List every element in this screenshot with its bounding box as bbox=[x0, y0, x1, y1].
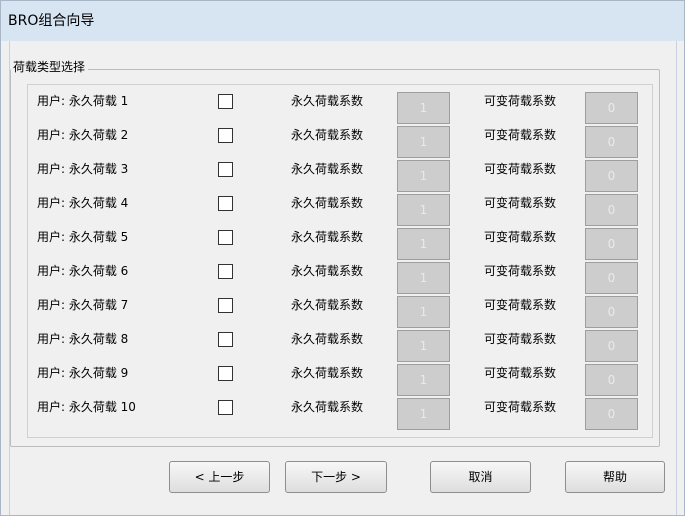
load-select-checkbox[interactable] bbox=[218, 196, 233, 211]
load-name-label: 用户: 永久荷载 9 bbox=[37, 366, 129, 380]
prev-step-button[interactable]: < 上一步 bbox=[169, 461, 270, 493]
load-row: 用户: 永久荷载 8 永久荷载系数 1 可变荷载系数 0 bbox=[0, 330, 685, 362]
load-select-checkbox[interactable] bbox=[218, 366, 233, 381]
permanent-factor-label: 永久荷载系数 bbox=[291, 94, 364, 108]
load-name-label: 用户: 永久荷载 3 bbox=[37, 162, 129, 176]
load-row: 用户: 永久荷载 4 永久荷载系数 1 可变荷载系数 0 bbox=[0, 194, 685, 226]
load-name-label: 用户: 永久荷载 2 bbox=[37, 128, 129, 142]
permanent-factor-field[interactable]: 1 bbox=[397, 194, 450, 226]
variable-factor-label: 可变荷载系数 bbox=[484, 298, 557, 312]
permanent-factor-field[interactable]: 1 bbox=[397, 364, 450, 396]
load-name-label: 用户: 永久荷载 6 bbox=[37, 264, 129, 278]
variable-factor-label: 可变荷载系数 bbox=[484, 128, 557, 142]
load-row: 用户: 永久荷载 6 永久荷载系数 1 可变荷载系数 0 bbox=[0, 262, 685, 294]
permanent-factor-label: 永久荷载系数 bbox=[291, 162, 364, 176]
permanent-factor-label: 永久荷载系数 bbox=[291, 332, 364, 346]
load-name-label: 用户: 永久荷载 10 bbox=[37, 400, 136, 414]
variable-factor-label: 可变荷载系数 bbox=[484, 196, 557, 210]
load-name-label: 用户: 永久荷载 1 bbox=[37, 94, 129, 108]
cancel-button[interactable]: 取消 bbox=[430, 461, 531, 493]
variable-factor-label: 可变荷载系数 bbox=[484, 400, 557, 414]
load-row: 用户: 永久荷载 5 永久荷载系数 1 可变荷载系数 0 bbox=[0, 228, 685, 260]
title-bar: BRO组合向导 bbox=[1, 1, 684, 41]
variable-factor-field[interactable]: 0 bbox=[585, 364, 638, 396]
variable-factor-field[interactable]: 0 bbox=[585, 228, 638, 260]
permanent-factor-field[interactable]: 1 bbox=[397, 330, 450, 362]
permanent-factor-field[interactable]: 1 bbox=[397, 126, 450, 158]
permanent-factor-label: 永久荷载系数 bbox=[291, 264, 364, 278]
load-select-checkbox[interactable] bbox=[218, 162, 233, 177]
variable-factor-label: 可变荷载系数 bbox=[484, 162, 557, 176]
permanent-factor-field[interactable]: 1 bbox=[397, 160, 450, 192]
load-select-checkbox[interactable] bbox=[218, 332, 233, 347]
window-title: BRO组合向导 bbox=[8, 13, 95, 29]
variable-factor-field[interactable]: 0 bbox=[585, 296, 638, 328]
variable-factor-field[interactable]: 0 bbox=[585, 398, 638, 430]
variable-factor-field[interactable]: 0 bbox=[585, 262, 638, 294]
load-name-label: 用户: 永久荷载 7 bbox=[37, 298, 129, 312]
variable-factor-label: 可变荷载系数 bbox=[484, 230, 557, 244]
permanent-factor-label: 永久荷载系数 bbox=[291, 298, 364, 312]
help-button[interactable]: 帮助 bbox=[565, 461, 665, 493]
permanent-factor-field[interactable]: 1 bbox=[397, 296, 450, 328]
permanent-factor-label: 永久荷载系数 bbox=[291, 196, 364, 210]
load-row: 用户: 永久荷载 1 永久荷载系数 1 可变荷载系数 0 bbox=[0, 92, 685, 124]
permanent-factor-label: 永久荷载系数 bbox=[291, 400, 364, 414]
variable-factor-label: 可变荷载系数 bbox=[484, 366, 557, 380]
load-select-checkbox[interactable] bbox=[218, 128, 233, 143]
load-select-checkbox[interactable] bbox=[218, 400, 233, 415]
load-row: 用户: 永久荷载 10 永久荷载系数 1 可变荷载系数 0 bbox=[0, 398, 685, 430]
permanent-factor-label: 永久荷载系数 bbox=[291, 128, 364, 142]
load-name-label: 用户: 永久荷载 4 bbox=[37, 196, 129, 210]
variable-factor-field[interactable]: 0 bbox=[585, 330, 638, 362]
permanent-factor-field[interactable]: 1 bbox=[397, 92, 450, 124]
permanent-factor-label: 永久荷载系数 bbox=[291, 366, 364, 380]
variable-factor-field[interactable]: 0 bbox=[585, 160, 638, 192]
load-row: 用户: 永久荷载 3 永久荷载系数 1 可变荷载系数 0 bbox=[0, 160, 685, 192]
permanent-factor-field[interactable]: 1 bbox=[397, 262, 450, 294]
variable-factor-label: 可变荷载系数 bbox=[484, 332, 557, 346]
load-row: 用户: 永久荷载 7 永久荷载系数 1 可变荷载系数 0 bbox=[0, 296, 685, 328]
variable-factor-field[interactable]: 0 bbox=[585, 126, 638, 158]
variable-factor-label: 可变荷载系数 bbox=[484, 94, 557, 108]
permanent-factor-label: 永久荷载系数 bbox=[291, 230, 364, 244]
load-select-checkbox[interactable] bbox=[218, 94, 233, 109]
permanent-factor-field[interactable]: 1 bbox=[397, 398, 450, 430]
load-select-checkbox[interactable] bbox=[218, 264, 233, 279]
load-name-label: 用户: 永久荷载 8 bbox=[37, 332, 129, 346]
load-select-checkbox[interactable] bbox=[218, 298, 233, 313]
load-select-checkbox[interactable] bbox=[218, 230, 233, 245]
load-name-label: 用户: 永久荷载 5 bbox=[37, 230, 129, 244]
permanent-factor-field[interactable]: 1 bbox=[397, 228, 450, 260]
variable-factor-field[interactable]: 0 bbox=[585, 92, 638, 124]
next-step-button[interactable]: 下一步 > bbox=[285, 461, 387, 493]
load-row: 用户: 永久荷载 2 永久荷载系数 1 可变荷载系数 0 bbox=[0, 126, 685, 158]
variable-factor-label: 可变荷载系数 bbox=[484, 264, 557, 278]
variable-factor-field[interactable]: 0 bbox=[585, 194, 638, 226]
groupbox-title: 荷载类型选择 bbox=[11, 60, 89, 74]
load-row: 用户: 永久荷载 9 永久荷载系数 1 可变荷载系数 0 bbox=[0, 364, 685, 396]
